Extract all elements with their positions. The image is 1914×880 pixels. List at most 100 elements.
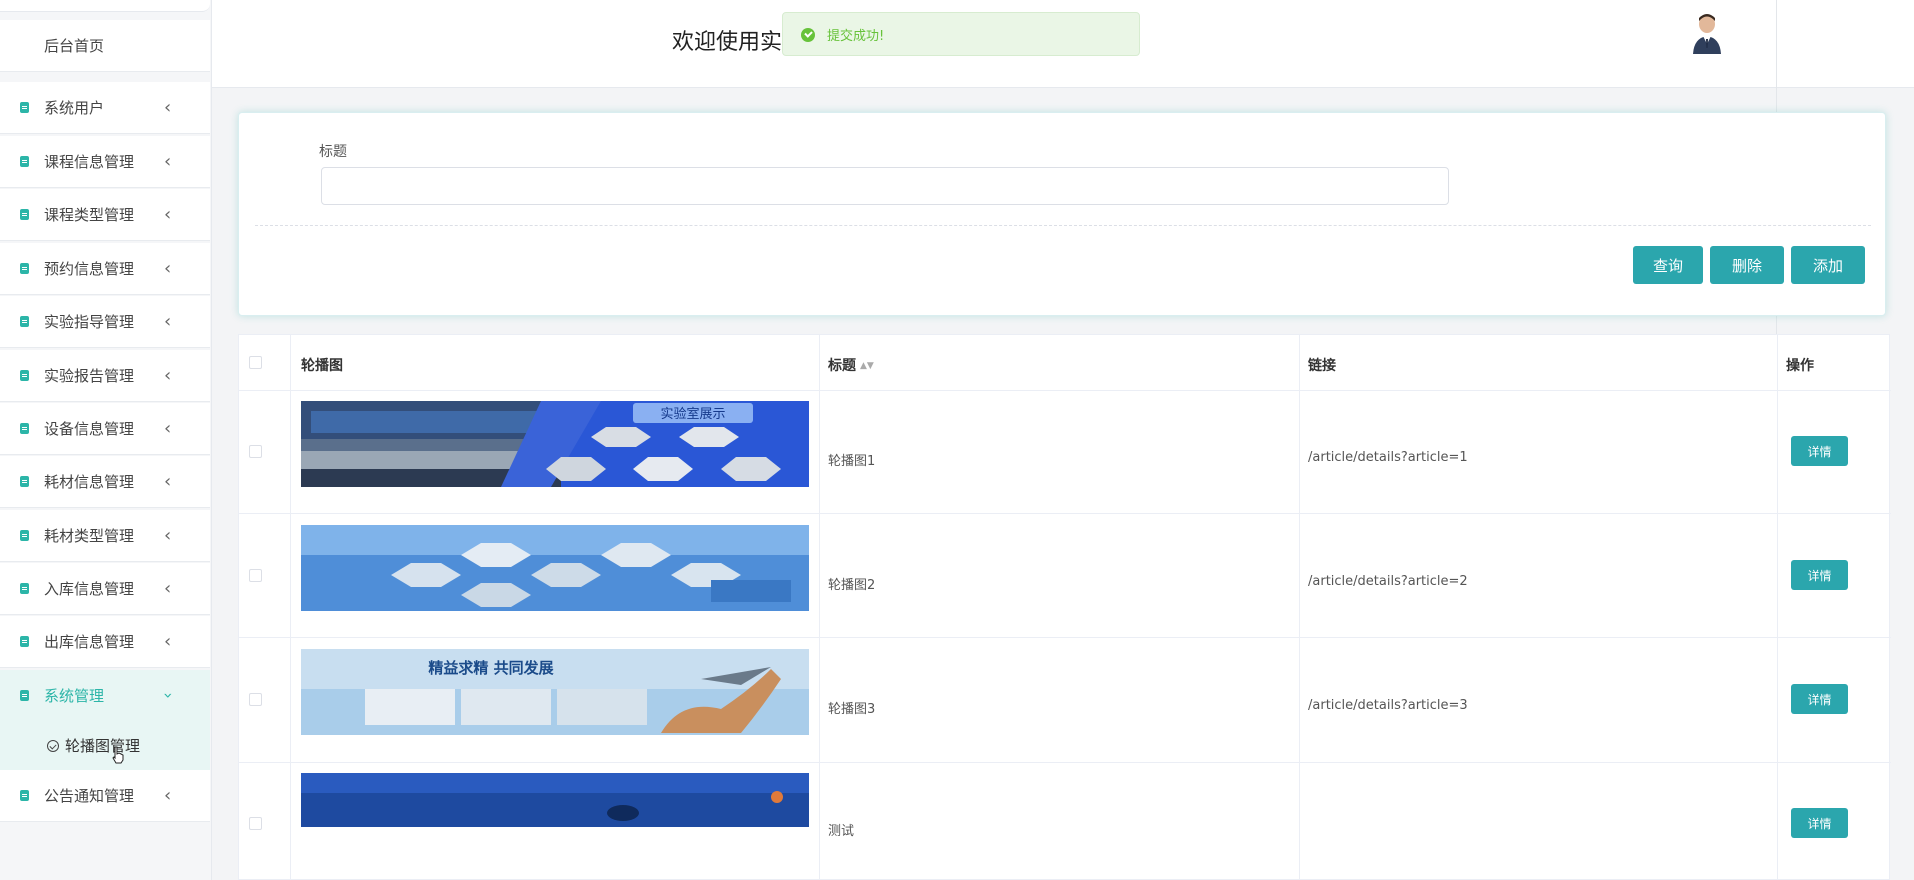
chevron-left-icon: ‹ [164,311,172,332]
sidebar-item-label: 入库信息管理 [44,580,135,598]
sidebar-item-label: 实验报告管理 [44,367,135,385]
document-icon [20,102,29,113]
sidebar-item-label: 课程信息管理 [44,153,135,171]
chevron-left-icon: ‹ [164,97,172,118]
hand-cursor-icon [112,746,124,764]
row-link: /article/details?article=3 [1308,698,1468,713]
sidebar-item-reservation[interactable]: 预约信息管理 ‹ [0,243,210,295]
column-divider [1777,335,1778,880]
row-link: /article/details?article=1 [1308,450,1468,465]
document-icon [20,790,29,801]
chevron-left-icon: ‹ [164,785,172,806]
chevron-left-icon: ‹ [164,631,172,652]
document-icon [20,583,29,594]
sort-icon[interactable]: ▲▼ [860,361,874,371]
row-checkbox[interactable] [249,693,262,706]
sidebar-item-label: 耗材信息管理 [44,473,135,491]
search-button[interactable]: 查询 [1633,246,1703,284]
sidebar-item-course-info[interactable]: 课程信息管理 ‹ [0,136,210,188]
carousel-table: 轮播图 标题 ▲▼ 链接 操作 实验室展示 轮播图1 /article/detai… [238,334,1891,880]
detail-button[interactable]: 详情 [1791,436,1848,466]
sidebar-item-consumable-type[interactable]: 耗材类型管理 ‹ [0,510,210,562]
success-check-icon [801,28,815,42]
sidebar-item-label: 课程类型管理 [44,206,135,224]
title-search-input[interactable] [321,167,1449,205]
row-checkbox[interactable] [249,569,262,582]
sidebar-item-label: 公告通知管理 [44,787,135,805]
detail-button[interactable]: 详情 [1791,560,1848,590]
sidebar-item-stock-in[interactable]: 入库信息管理 ‹ [0,563,210,615]
row-divider [239,513,1891,514]
carousel-image-1: 实验室展示 [301,401,809,487]
sidebar-item-label: 系统用户 [44,99,105,117]
chevron-left-icon: ‹ [164,204,172,225]
column-header-link: 链接 [1308,358,1336,374]
document-icon [20,476,29,487]
sidebar-item-announcements[interactable]: 公告通知管理 ‹ [0,770,210,822]
document-icon [20,530,29,541]
select-all-checkbox[interactable] [249,356,262,369]
row-divider [239,390,1891,391]
avatar[interactable] [1690,12,1724,54]
chevron-left-icon: ‹ [164,258,172,279]
chevron-left-icon: ‹ [164,525,172,546]
sidebar-top [0,0,210,12]
document-icon [20,690,29,701]
sidebar-item-lab-guide[interactable]: 实验指导管理 ‹ [0,296,210,348]
carousel-image-4 [301,773,809,827]
check-circle-icon [47,739,59,752]
banner-caption: 精益求精 共同发展 [428,659,553,677]
sidebar-subitem-carousel[interactable]: 轮播图管理 [0,721,210,771]
row-title: 轮播图1 [828,454,876,469]
document-icon [20,423,29,434]
search-panel: 标题 查询 删除 添加 [238,112,1886,316]
add-button[interactable]: 添加 [1791,246,1865,284]
sidebar-subitem-label: 轮播图管理 [65,737,141,755]
sidebar-item-label: 系统管理 [44,687,105,705]
chevron-left-icon: ‹ [164,151,172,172]
panel-separator [255,225,1871,226]
document-icon [20,156,29,167]
sidebar-item-consumables[interactable]: 耗材信息管理 ‹ [0,456,210,508]
sidebar-item-equipment[interactable]: 设备信息管理 ‹ [0,403,210,455]
sidebar-item-stock-out[interactable]: 出库信息管理 ‹ [0,616,210,668]
row-divider [239,637,1891,638]
title-field-label: 标题 [319,144,347,160]
chevron-left-icon: ‹ [164,471,172,492]
row-checkbox[interactable] [249,817,262,830]
page-title: 欢迎使用实 [672,30,783,55]
row-link: /article/details?article=2 [1308,574,1468,589]
chevron-left-icon: ‹ [164,578,172,599]
sidebar-item-label: 耗材类型管理 [44,527,135,545]
column-header-title[interactable]: 标题 ▲▼ [828,355,874,375]
carousel-image-2 [301,525,809,611]
row-title: 测试 [828,824,855,839]
column-divider [819,335,820,880]
sidebar-item-system-management[interactable]: 系统管理 ‹ [0,670,210,722]
sidebar-item-lab-report[interactable]: 实验报告管理 ‹ [0,350,210,402]
success-toast: 提交成功! [782,12,1140,56]
sidebar-item-system-users[interactable]: 系统用户 ‹ [0,82,210,134]
column-header-action: 操作 [1786,358,1814,374]
chevron-down-icon: ‹ [157,692,177,699]
sidebar-item-course-type[interactable]: 课程类型管理 ‹ [0,189,210,241]
document-icon [20,263,29,274]
document-icon [20,316,29,327]
document-icon [20,636,29,647]
detail-button[interactable]: 详情 [1791,808,1848,838]
banner-caption: 实验室展示 [660,406,725,422]
chevron-left-icon: ‹ [164,418,172,439]
delete-button[interactable]: 删除 [1710,246,1784,284]
column-header-image: 轮播图 [301,358,343,374]
row-divider [239,762,1891,763]
row-checkbox[interactable] [249,445,262,458]
detail-button[interactable]: 详情 [1791,684,1848,714]
document-icon [20,370,29,381]
carousel-image-3: 精益求精 共同发展 [301,649,809,735]
document-icon [20,209,29,220]
sidebar: 后台首页 系统用户 ‹ 课程信息管理 ‹ 课程类型管理 ‹ 预约信息管理 ‹ 实… [0,0,212,880]
sidebar-item-home[interactable]: 后台首页 [0,20,210,72]
sidebar-item-label: 后台首页 [44,37,105,55]
sidebar-item-label: 设备信息管理 [44,420,135,438]
row-title: 轮播图2 [828,578,876,593]
